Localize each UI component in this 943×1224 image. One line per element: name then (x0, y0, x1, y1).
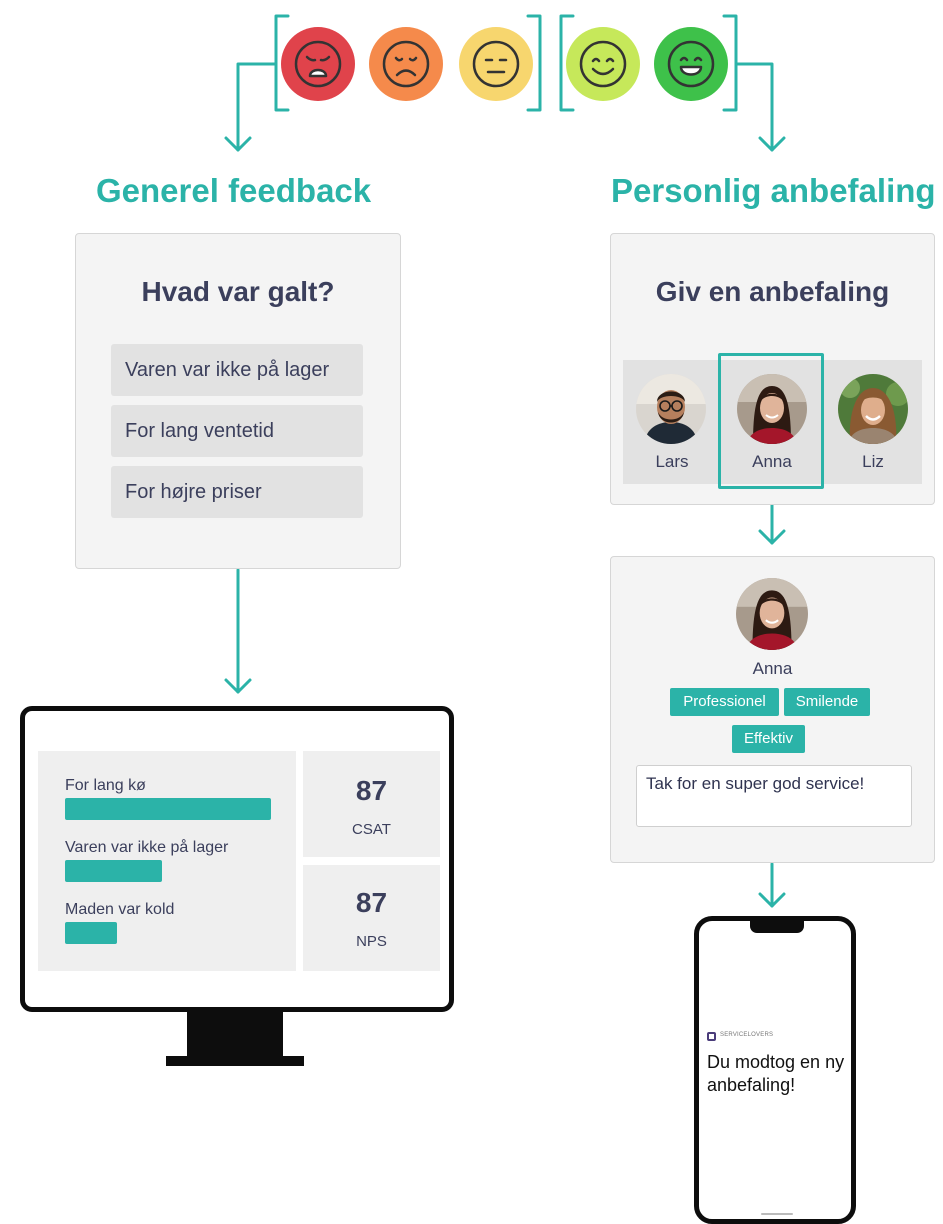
person-liz[interactable]: Liz (824, 360, 922, 484)
bar-long-queue (65, 798, 271, 820)
nps-value: 87 (355, 887, 388, 918)
servicelovers-logo-icon (707, 1032, 716, 1041)
recommendation-picker-title: Giv en anbefaling (655, 276, 890, 307)
crying-face-icon[interactable] (281, 27, 355, 101)
person-lars[interactable]: Lars (623, 360, 721, 484)
bar-label: For lang kø (65, 777, 146, 794)
monitor-stand-base (166, 1056, 304, 1066)
person-name: Lars (655, 452, 689, 471)
feedback-option-out-of-stock[interactable]: Varen var ikke på lager (111, 344, 363, 396)
bar-label: Maden var kold (65, 901, 175, 918)
tag-professional[interactable]: Professionel (670, 688, 779, 716)
selected-person-highlight (718, 353, 824, 489)
avatar-liz (838, 374, 908, 444)
csat-label: CSAT (352, 821, 391, 838)
nps-label: NPS (356, 933, 387, 950)
tag-smiling[interactable]: Smilende (784, 688, 870, 716)
feedback-option-high-prices[interactable]: For højre priser (111, 466, 363, 518)
csat-panel: 87 CSAT (303, 751, 440, 857)
general-feedback-title: Generel feedback (96, 172, 372, 209)
tag-efficient[interactable]: Effektiv (732, 725, 805, 753)
left-connector-line (236, 62, 278, 152)
phone-home-indicator (761, 1213, 793, 1215)
avatar-lars (636, 374, 706, 444)
feedback-card: Hvad var galt? Varen var ikke på lager F… (75, 233, 401, 569)
neutral-face-icon[interactable] (459, 27, 533, 101)
bar-label: Varen var ikke på lager (65, 839, 229, 856)
nps-panel: 87 NPS (303, 865, 440, 971)
monitor-stand-neck (187, 1012, 283, 1056)
phone-notification: SERVICELOVERS Du modtog en ny anbefaling… (694, 916, 856, 1224)
feedback-card-title: Hvad var galt? (141, 276, 335, 307)
smiling-face-icon[interactable] (566, 27, 640, 101)
recommendation-comment-field[interactable]: Tak for en super god service! (636, 765, 912, 827)
feedback-bars-panel: For lang kø Varen var ikke på lager Made… (38, 751, 296, 971)
phone-notch (750, 921, 804, 933)
frowning-face-icon[interactable] (369, 27, 443, 101)
right-connector-line (734, 62, 774, 152)
avatar-anna-large (736, 578, 808, 650)
phone-brand: SERVICELOVERS (720, 1032, 774, 1038)
person-name: Liz (862, 452, 884, 471)
csat-value: 87 (355, 775, 388, 806)
recommendation-card: Anna Professionel Smilende Effektiv Tak … (610, 556, 935, 863)
grinning-face-icon[interactable] (654, 27, 728, 101)
phone-message: Du modtog en ny anbefaling! (707, 1052, 845, 1095)
recommended-person-name: Anna (752, 659, 793, 678)
feedback-option-long-wait[interactable]: For lang ventetid (111, 405, 363, 457)
dashboard-monitor: For lang kø Varen var ikke på lager Made… (20, 706, 454, 1012)
bar-cold-food (65, 922, 117, 944)
personal-recommendation-title: Personlig anbefaling (611, 172, 936, 209)
recommendation-picker-card: Giv en anbefaling Lars Anna Liz (610, 233, 935, 505)
bar-out-of-stock (65, 860, 162, 882)
